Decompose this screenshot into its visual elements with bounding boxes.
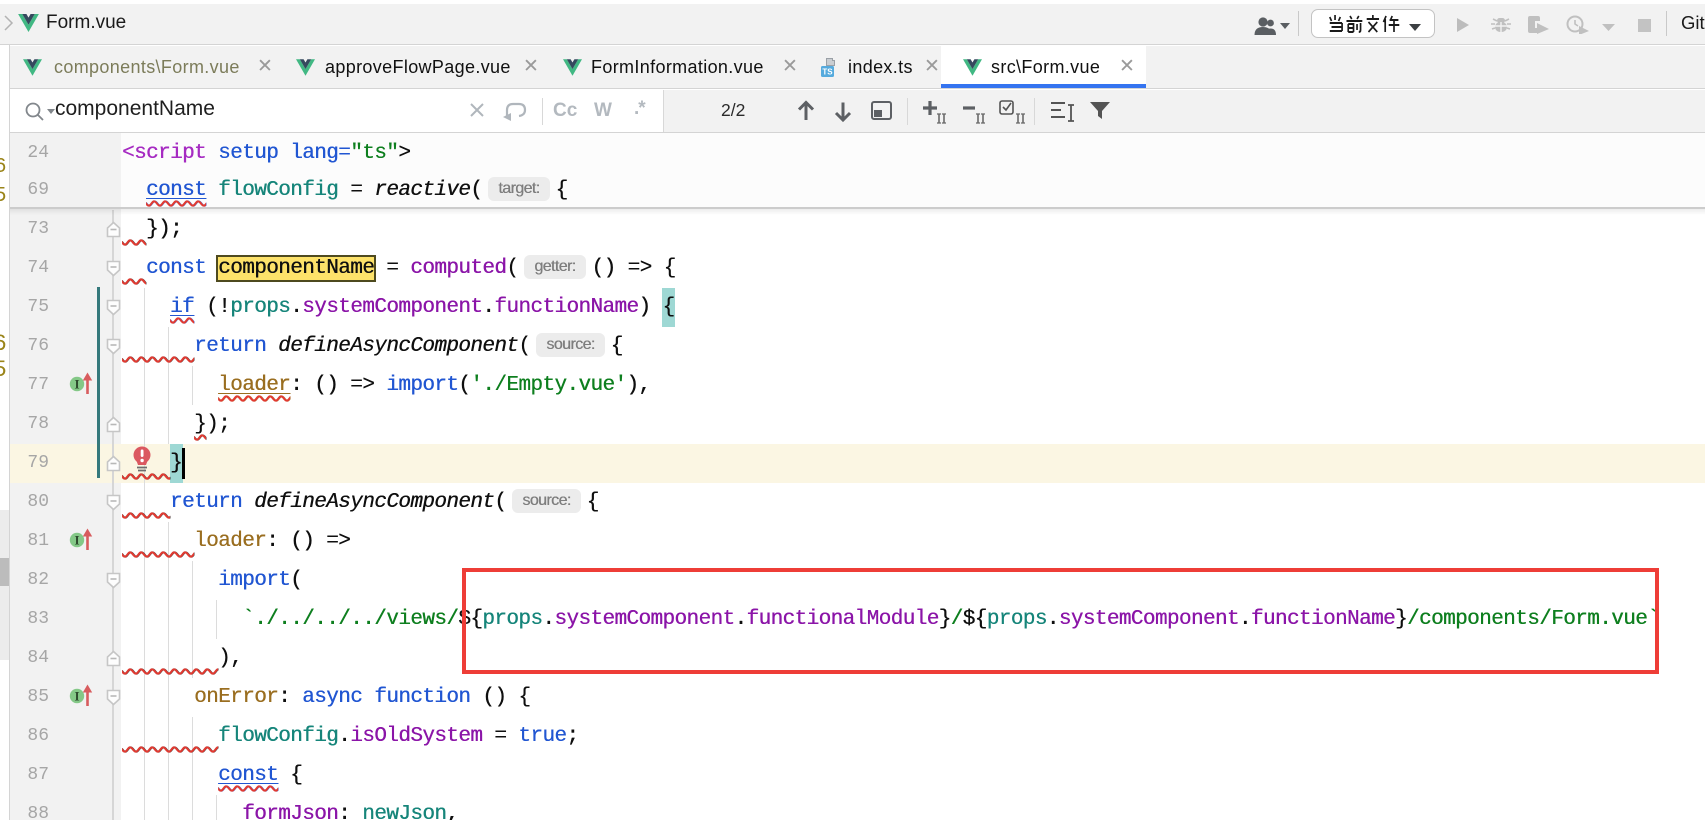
svg-text:I: I <box>74 377 79 392</box>
svg-text:I: I <box>74 689 79 704</box>
svg-text:TS: TS <box>822 68 833 77</box>
svg-text:I: I <box>74 533 79 548</box>
